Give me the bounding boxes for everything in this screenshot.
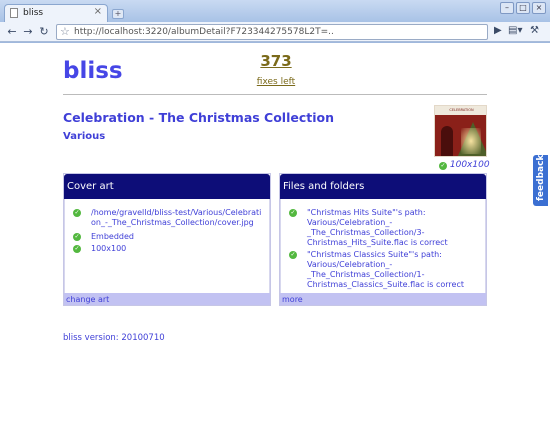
back-arrow-icon[interactable]: ← (5, 25, 19, 39)
cover-band-text: CELEBRATION (435, 106, 486, 115)
reload-icon[interactable]: ↻ (37, 25, 51, 39)
tab-close-icon[interactable]: × (94, 6, 102, 17)
url-host: http://localhost (74, 27, 142, 37)
fixes-left-link[interactable]: fixes left (246, 77, 306, 87)
cover-dimensions: 100x100 (91, 244, 127, 253)
feedback-label: feedback (536, 154, 546, 201)
check-icon: ✓ (73, 209, 81, 217)
panel-title: Files and folders (280, 174, 486, 199)
files-folders-panel: Files and folders ✓ "Christmas Hits Suit… (279, 173, 487, 306)
check-icon: ✓ (439, 162, 447, 170)
page-content: bliss 373 fixes left Celebration - The C… (0, 43, 550, 448)
panel-body: ✓ "Christmas Hits Suite"'s path: Various… (280, 199, 486, 293)
more-link[interactable]: more (280, 293, 486, 305)
browser-toolbar: ← → ↻ ☆ http://localhost:3220/albumDetai… (0, 22, 550, 42)
check-icon: ✓ (289, 209, 297, 217)
file-path-check: "Christmas Classics Suite"'s path: Vario… (307, 250, 464, 289)
cover-figure (441, 126, 453, 156)
go-arrow-icon[interactable]: ▶ (494, 25, 502, 36)
forward-arrow-icon[interactable]: → (21, 25, 35, 39)
maximize-button[interactable]: □ (516, 2, 530, 14)
album-title: Celebration - The Christmas Collection (63, 110, 335, 125)
minimize-button[interactable]: – (500, 2, 514, 14)
browser-titlebar: bliss × + – □ × (0, 0, 550, 22)
check-icon: ✓ (73, 245, 81, 253)
album-artist[interactable]: Various (63, 131, 105, 142)
star-icon[interactable]: ☆ (60, 25, 70, 38)
cover-embedded: Embedded (91, 232, 135, 241)
feedback-tab[interactable]: feedback (533, 155, 548, 206)
close-window-button[interactable]: × (532, 2, 546, 14)
browser-tab[interactable]: bliss × (4, 4, 108, 22)
cover-glow (461, 128, 481, 154)
new-tab-button[interactable]: + (112, 9, 124, 19)
album-cover-image: CELEBRATION (434, 105, 487, 157)
header-divider (63, 94, 487, 95)
window-controls: – □ × (500, 2, 546, 14)
check-icon: ✓ (289, 251, 297, 259)
file-path-check: "Christmas Hits Suite"'s path: Various/C… (307, 208, 448, 247)
url-text[interactable]: http://localhost:3220/albumDetail?F72334… (74, 27, 334, 37)
page-menu-icon[interactable]: ▤▾ (508, 25, 522, 36)
change-art-link[interactable]: change art (64, 293, 270, 305)
cover-size-caption: ✓ 100x100 (439, 160, 490, 170)
version-text: bliss version: 20100710 (63, 333, 165, 343)
check-icon: ✓ (73, 233, 81, 241)
fixes-count-link[interactable]: 373 (246, 52, 306, 70)
panel-body: ✓ /home/gravelld/bliss-test/Various/Cele… (64, 199, 270, 293)
url-path: :3220/albumDetail?F723344275578L2T=.. (141, 27, 334, 37)
cover-art-panel: Cover art ✓ /home/gravelld/bliss-test/Va… (63, 173, 271, 306)
tab-title: bliss (23, 8, 44, 18)
cover-path: /home/gravelld/bliss-test/Various/Celebr… (91, 208, 262, 227)
wrench-icon[interactable]: ⚒ (530, 25, 539, 36)
address-bar[interactable]: ☆ http://localhost:3220/albumDetail?F723… (56, 24, 488, 40)
page-icon (10, 8, 18, 18)
cover-size-text: 100x100 (449, 160, 490, 170)
app-logo[interactable]: bliss (63, 58, 123, 84)
panel-title: Cover art (64, 174, 270, 199)
